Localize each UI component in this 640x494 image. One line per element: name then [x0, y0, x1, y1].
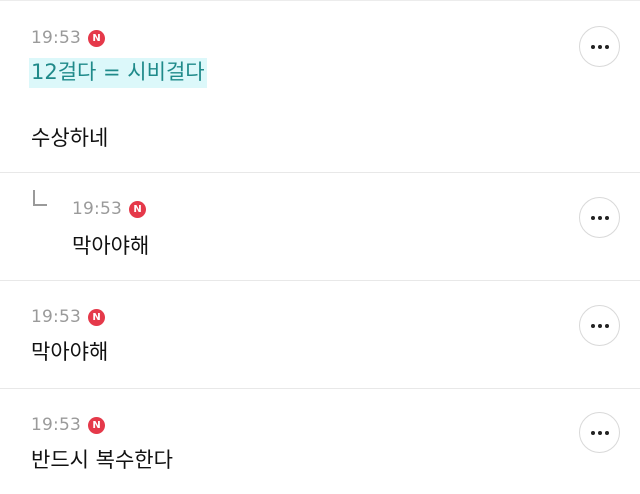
comment-meta: 19:53 N: [31, 413, 105, 437]
comment-time: 19:53: [31, 28, 81, 48]
comment-text: 막아야해: [72, 234, 150, 258]
comment-time: 19:53: [31, 307, 81, 327]
new-badge-icon: N: [88, 308, 105, 326]
comment-item: 19:53 N 12걸다 = 시비걸다 수상하네: [0, 0, 640, 172]
comment-meta: 19:53 N: [72, 197, 146, 221]
more-options-button[interactable]: [579, 412, 620, 453]
comment-meta: 19:53 N: [31, 305, 105, 329]
more-options-button[interactable]: [579, 305, 620, 346]
new-badge-icon: N: [129, 200, 146, 218]
highlighted-phrase: 12걸다 = 시비걸다: [29, 58, 207, 88]
comment-meta: 19:53 N: [31, 26, 105, 50]
more-options-button[interactable]: [579, 26, 620, 67]
comment-text: 반드시 복수한다: [31, 448, 173, 472]
more-dots-icon: [590, 44, 609, 49]
comment-item: 19:53 N 막아야해: [0, 281, 640, 388]
comment-text: 막아야해: [31, 340, 109, 364]
comment-highlight-text: 12걸다 = 시비걸다: [29, 56, 207, 88]
comment-time: 19:53: [31, 415, 81, 435]
reply-item: 19:53 N 막아야해: [0, 173, 640, 280]
more-options-button[interactable]: [579, 197, 620, 238]
new-badge-icon: N: [88, 416, 105, 434]
more-dots-icon: [590, 323, 609, 328]
comment-text: 수상하네: [31, 126, 109, 150]
new-badge-icon: N: [88, 29, 105, 47]
more-dots-icon: [590, 430, 609, 435]
comment-item: 19:53 N 반드시 복수한다: [0, 389, 640, 494]
more-dots-icon: [590, 215, 609, 220]
comment-time: 19:53: [72, 199, 122, 219]
